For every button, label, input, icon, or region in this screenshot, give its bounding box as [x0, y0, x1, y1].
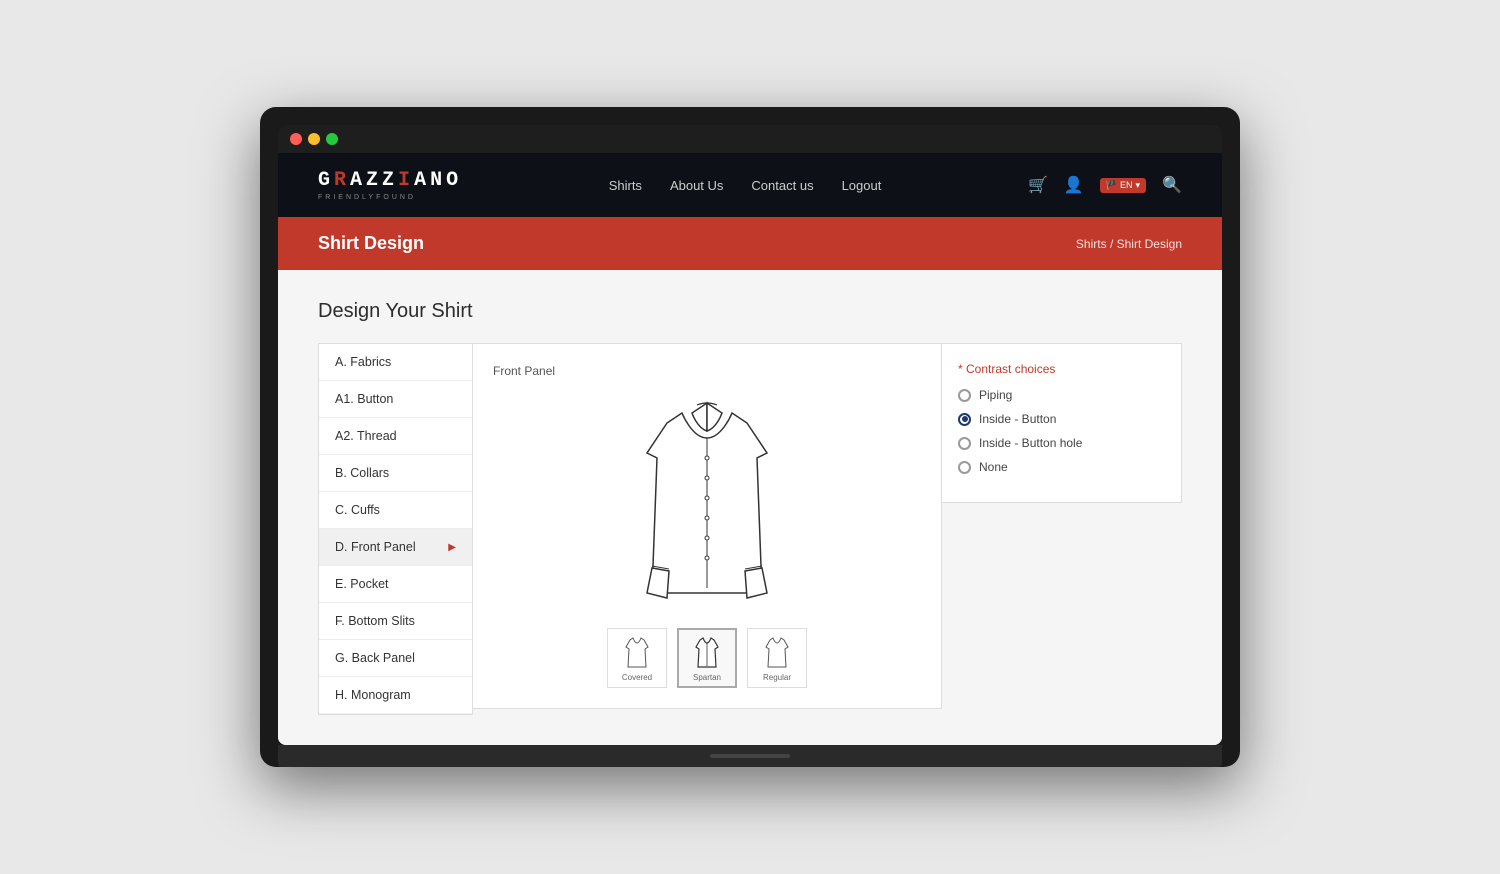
nav-link-logout[interactable]: Logout — [842, 178, 882, 193]
radio-piping[interactable]: Piping — [958, 388, 1165, 402]
radio-inside-buttonhole-circle — [958, 437, 971, 450]
radio-none-label: None — [979, 460, 1008, 474]
breadcrumb-current: Shirt Design — [1117, 237, 1182, 251]
radio-inside-button-circle — [958, 413, 971, 426]
page-header: Shirt Design Shirts / Shirt Design — [278, 217, 1222, 270]
breadcrumb: Shirts / Shirt Design — [1076, 237, 1182, 251]
laptop-base — [278, 745, 1222, 767]
nav-link-contact[interactable]: Contact us — [751, 178, 813, 193]
contrast-title: * Contrast choices — [958, 362, 1165, 376]
laptop-wrapper: GRAZZIANO FRIENDLYFOUND Shirts About Us … — [260, 107, 1240, 767]
laptop-body: GRAZZIANO FRIENDLYFOUND Shirts About Us … — [260, 107, 1240, 767]
design-title: Design Your Shirt — [318, 300, 1182, 323]
panel-label: Front Panel — [493, 364, 555, 378]
logo-area: GRAZZIANO FRIENDLYFOUND — [318, 169, 462, 201]
breadcrumb-separator: / — [1110, 237, 1117, 251]
shirt-svg — [617, 388, 797, 608]
thumbnail-regular-label: Regular — [763, 673, 791, 682]
traffic-light-green[interactable] — [326, 133, 338, 145]
sidebar-item-fabrics[interactable]: A. Fabrics — [319, 344, 472, 381]
thumbnail-covered-label: Covered — [622, 673, 652, 682]
nav-link-about[interactable]: About Us — [670, 178, 723, 193]
radio-piping-circle — [958, 389, 971, 402]
main-content: Design Your Shirt A. Fabrics A1. Button — [278, 270, 1222, 745]
radio-inside-button[interactable]: Inside - Button — [958, 412, 1165, 426]
sidebar-item-bottom-slits[interactable]: F. Bottom Slits — [319, 603, 472, 640]
language-selector[interactable]: 🏴 EN ▾ — [1100, 178, 1146, 193]
right-panel: * Contrast choices Piping — [942, 343, 1182, 503]
sidebar-menu: A. Fabrics A1. Button A2. Thread B. Coll… — [318, 343, 473, 715]
browser-content: GRAZZIANO FRIENDLYFOUND Shirts About Us … — [278, 153, 1222, 745]
thumbnail-spartan[interactable]: Spartan — [677, 628, 737, 688]
design-layout: A. Fabrics A1. Button A2. Thread B. Coll… — [318, 343, 1182, 715]
nav-icons: 🛒 👤 🏴 EN ▾ 🔍 — [1028, 175, 1182, 195]
laptop-base-notch — [710, 754, 790, 758]
logo-text: GRAZZIANO — [318, 169, 462, 192]
sidebar-item-monogram[interactable]: H. Monogram — [319, 677, 472, 714]
thumbnail-row: Covered Spartan — [607, 628, 807, 688]
user-icon[interactable]: 👤 — [1064, 175, 1084, 195]
sidebar-item-button[interactable]: A1. Button — [319, 381, 472, 418]
thumbnail-regular[interactable]: Regular — [747, 628, 807, 688]
thumbnail-spartan-label: Spartan — [693, 673, 721, 682]
cart-icon[interactable]: 🛒 — [1028, 175, 1048, 195]
sidebar-arrow-icon: ▶ — [448, 542, 456, 553]
sidebar-item-cuffs[interactable]: C. Cuffs — [319, 492, 472, 529]
radio-none-circle — [958, 461, 971, 474]
thumbnail-covered[interactable]: Covered — [607, 628, 667, 688]
radio-inside-buttonhole-label: Inside - Button hole — [979, 436, 1082, 450]
nav-link-shirts[interactable]: Shirts — [609, 178, 642, 193]
sidebar-item-back-panel[interactable]: G. Back Panel — [319, 640, 472, 677]
logo-tagline: FRIENDLYFOUND — [318, 194, 416, 201]
breadcrumb-home[interactable]: Shirts — [1076, 237, 1107, 251]
sidebar-item-pocket[interactable]: E. Pocket — [319, 566, 472, 603]
contrast-required-mark: * — [958, 362, 963, 376]
page-title: Shirt Design — [318, 233, 424, 254]
radio-inside-buttonhole[interactable]: Inside - Button hole — [958, 436, 1165, 450]
navbar: GRAZZIANO FRIENDLYFOUND Shirts About Us … — [278, 153, 1222, 217]
traffic-light-red[interactable] — [290, 133, 302, 145]
radio-inside-button-label: Inside - Button — [979, 412, 1056, 426]
sidebar-item-front-panel[interactable]: D. Front Panel ▶ — [319, 529, 472, 566]
laptop-screen: GRAZZIANO FRIENDLYFOUND Shirts About Us … — [278, 125, 1222, 745]
traffic-lights-bar — [278, 125, 1222, 153]
radio-inside-button-dot — [962, 416, 968, 422]
center-panel: Front Panel — [473, 343, 942, 709]
nav-links: Shirts About Us Contact us Logout — [609, 178, 882, 193]
radio-none[interactable]: None — [958, 460, 1165, 474]
sidebar-item-collars[interactable]: B. Collars — [319, 455, 472, 492]
radio-piping-label: Piping — [979, 388, 1012, 402]
search-icon[interactable]: 🔍 — [1162, 175, 1182, 195]
traffic-light-yellow[interactable] — [308, 133, 320, 145]
sidebar-item-thread[interactable]: A2. Thread — [319, 418, 472, 455]
